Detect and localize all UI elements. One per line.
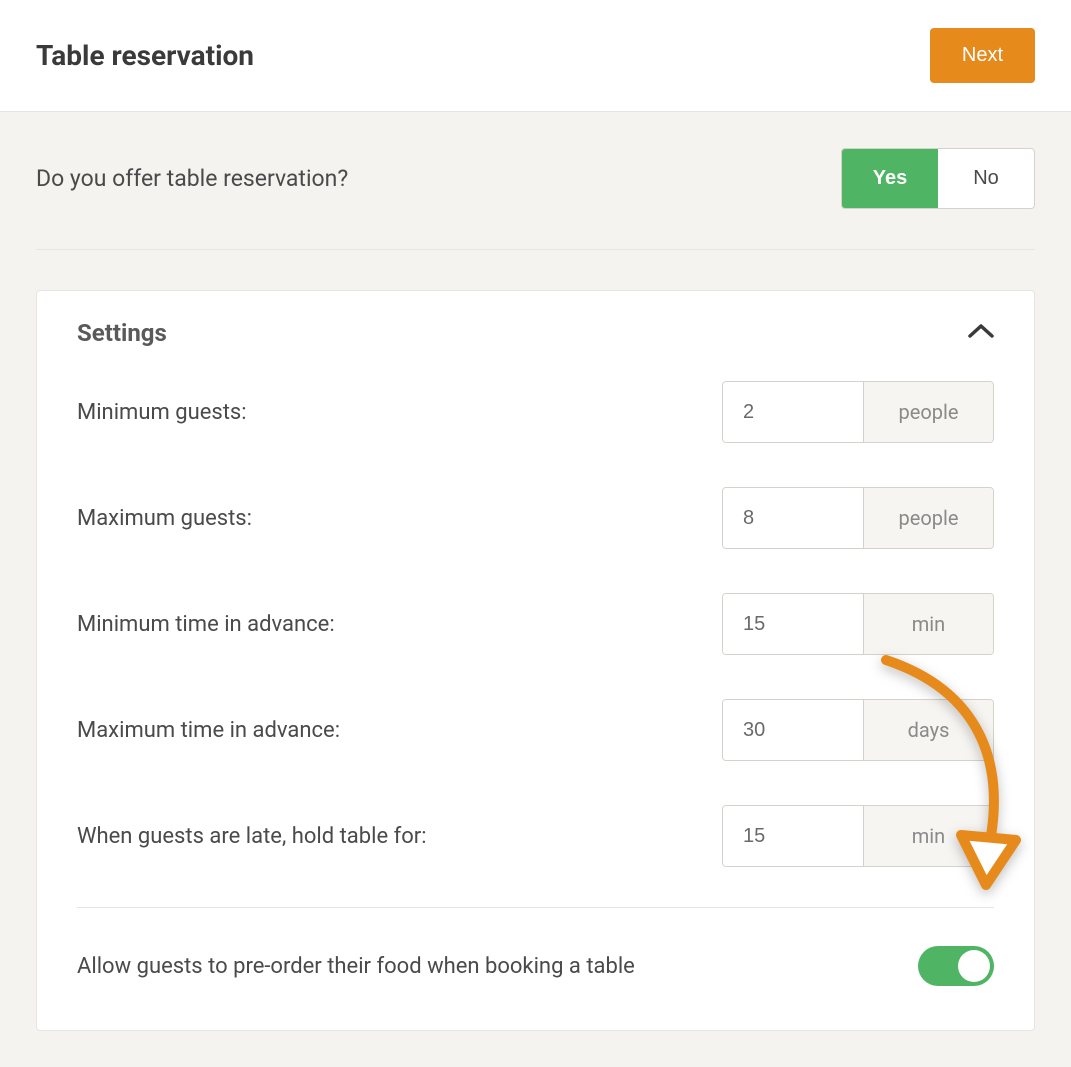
min-guests-input[interactable] <box>723 382 863 442</box>
page-content: Do you offer table reservation? Yes No S… <box>0 112 1071 1067</box>
toggle-knob <box>958 950 990 982</box>
min-guests-input-group: people <box>722 381 994 443</box>
yes-no-toggle-group: Yes No <box>841 148 1035 209</box>
reservation-question-row: Do you offer table reservation? Yes No <box>36 148 1035 250</box>
min-advance-label: Minimum time in advance: <box>77 612 335 637</box>
max-guests-label: Maximum guests: <box>77 506 252 531</box>
hold-table-unit: min <box>863 806 993 866</box>
settings-title: Settings <box>77 319 167 347</box>
max-advance-input-group: days <box>722 699 994 761</box>
max-advance-row: Maximum time in advance: days <box>77 677 994 783</box>
settings-header[interactable]: Settings <box>37 291 1034 359</box>
min-advance-input[interactable] <box>723 594 863 654</box>
max-advance-label: Maximum time in advance: <box>77 718 340 743</box>
max-advance-input[interactable] <box>723 700 863 760</box>
next-button[interactable]: Next <box>930 28 1035 83</box>
settings-body: Minimum guests: people Maximum guests: p… <box>37 359 1034 1030</box>
max-guests-input[interactable] <box>723 488 863 548</box>
min-advance-unit: min <box>863 594 993 654</box>
preorder-row: Allow guests to pre-order their food whe… <box>77 926 994 1002</box>
reservation-question-text: Do you offer table reservation? <box>36 165 348 192</box>
yes-button[interactable]: Yes <box>842 149 938 208</box>
page-header: Table reservation Next <box>0 0 1071 112</box>
preorder-toggle[interactable] <box>918 946 994 986</box>
hold-table-row: When guests are late, hold table for: mi… <box>77 783 994 889</box>
min-advance-row: Minimum time in advance: min <box>77 571 994 677</box>
chevron-up-icon <box>968 323 994 343</box>
max-guests-input-group: people <box>722 487 994 549</box>
page-title: Table reservation <box>36 39 254 72</box>
min-guests-label: Minimum guests: <box>77 400 247 425</box>
settings-divider <box>77 907 994 908</box>
settings-card: Settings Minimum guests: people Maximum … <box>36 290 1035 1031</box>
min-advance-input-group: min <box>722 593 994 655</box>
hold-table-label: When guests are late, hold table for: <box>77 824 427 849</box>
max-guests-row: Maximum guests: people <box>77 465 994 571</box>
min-guests-row: Minimum guests: people <box>77 359 994 465</box>
min-guests-unit: people <box>863 382 993 442</box>
no-button[interactable]: No <box>938 149 1034 208</box>
max-guests-unit: people <box>863 488 993 548</box>
max-advance-unit: days <box>863 700 993 760</box>
hold-table-input-group: min <box>722 805 994 867</box>
hold-table-input[interactable] <box>723 806 863 866</box>
preorder-label: Allow guests to pre-order their food whe… <box>77 954 635 979</box>
